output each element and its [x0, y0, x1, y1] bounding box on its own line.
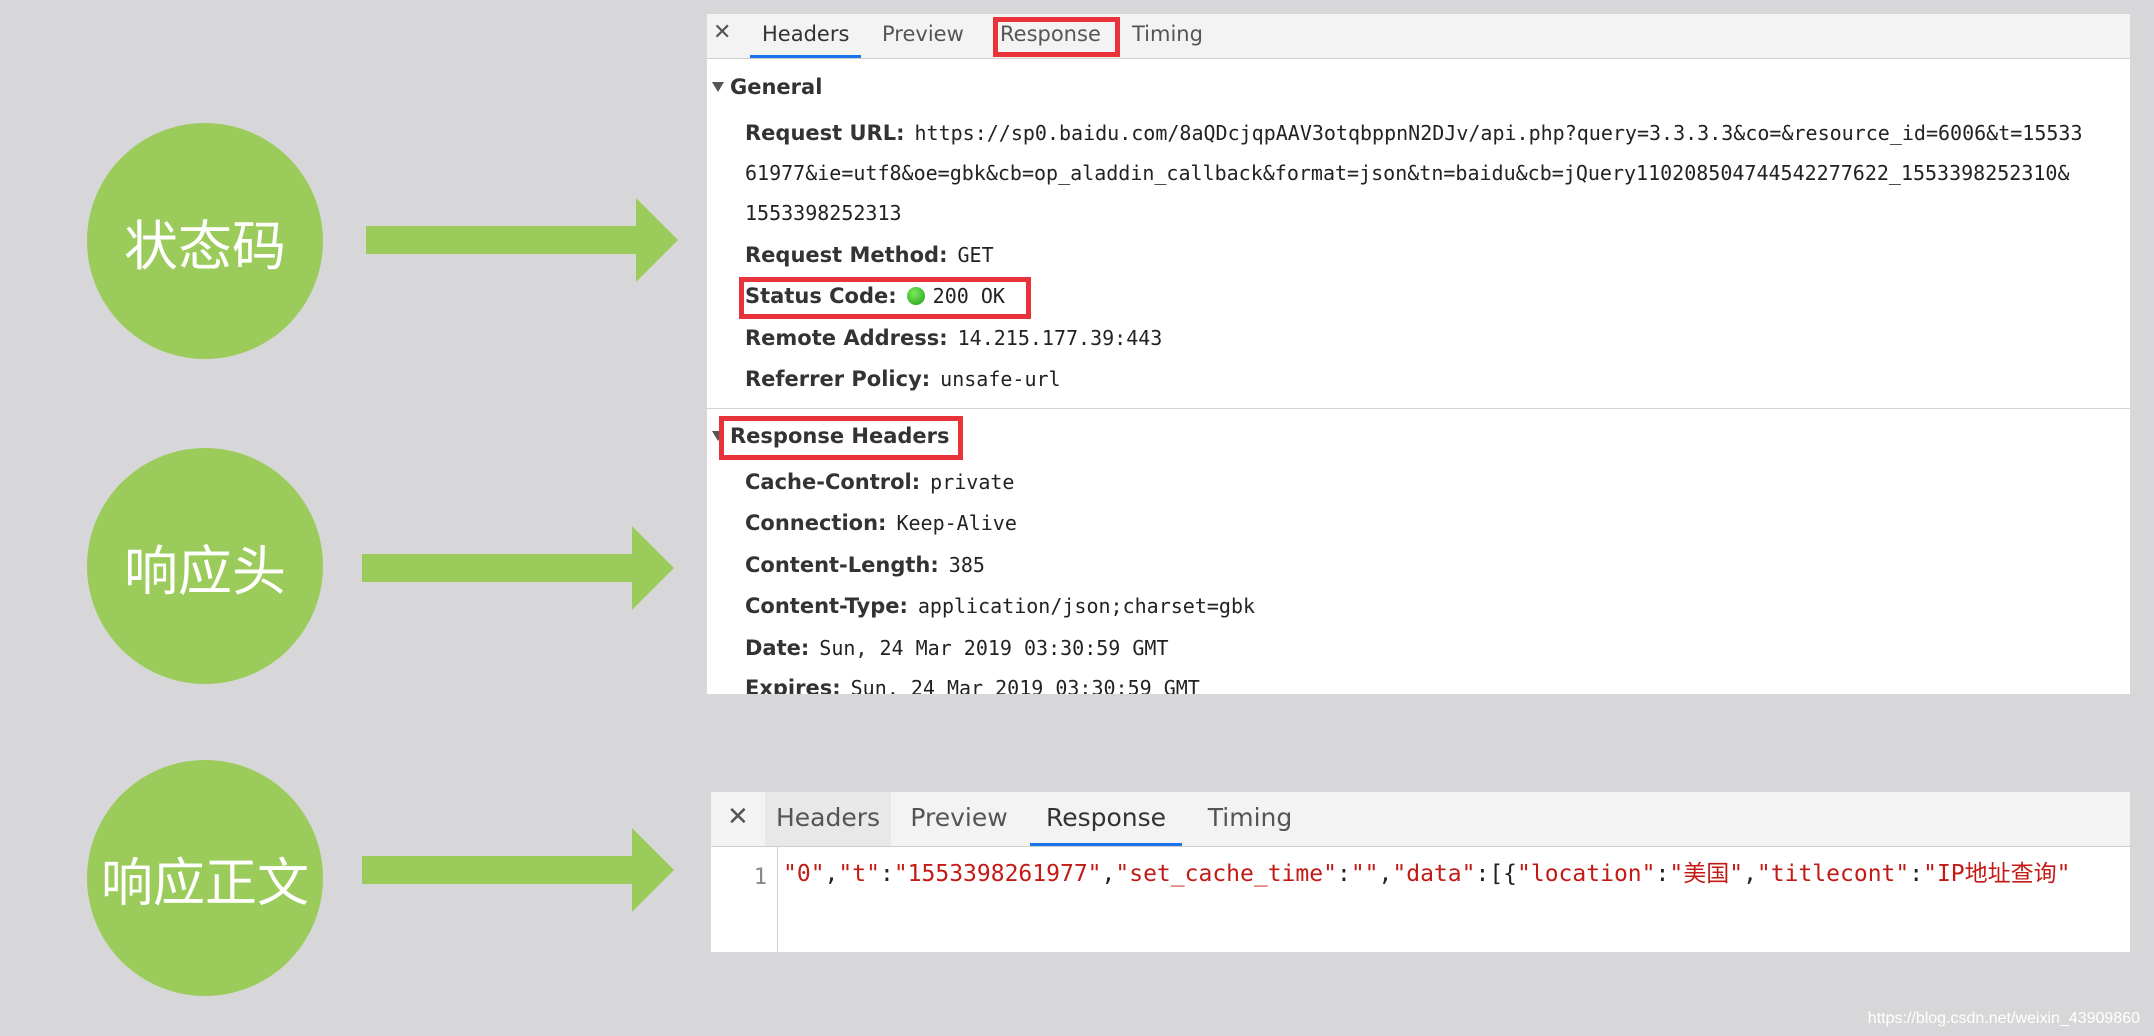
response-headers-label: 响应头	[124, 539, 286, 603]
status-code-label-circle: 状态码	[87, 123, 323, 359]
general-section-header[interactable]: General	[707, 72, 822, 102]
header-key: Expires:	[745, 676, 841, 694]
header-key: Connection:	[745, 511, 887, 535]
line-number-gutter: 1	[711, 847, 778, 952]
referrer-policy-row: Referrer Policy: unsafe-url	[745, 364, 1061, 394]
json-string-token: "1553398261977"	[893, 861, 1102, 887]
remote-address-row: Remote Address: 14.215.177.39:443	[745, 323, 1162, 353]
header-value: application/json;charset=gbk	[917, 594, 1256, 618]
request-url-value-line-1: https://sp0.baidu.com/8aQDcjqpAAV3otqbpp…	[914, 121, 2083, 145]
watermark: https://blog.csdn.net/weixin_43909860	[1867, 1010, 2140, 1027]
json-string-token: "set_cache_time"	[1115, 861, 1337, 887]
header-row: Expires: Sun, 24 Mar 2019 03:30:59 GMT	[745, 673, 1200, 694]
json-punctuation-token: ,	[1743, 861, 1757, 887]
tab-timing[interactable]: Timing	[1193, 792, 1307, 846]
request-url-value-line-3: 1553398252313	[745, 201, 902, 225]
status-code-highlight	[739, 277, 1031, 319]
response-headers-highlight	[719, 416, 963, 460]
response-body-label-circle: 响应正文	[87, 760, 323, 996]
remote-address-key: Remote Address:	[745, 326, 948, 350]
tab-bar: ✕ Headers Preview Response Timing	[711, 792, 2130, 847]
tab-bar: ✕ Headers Preview Response Timing	[707, 14, 2130, 59]
header-row: Date: Sun, 24 Mar 2019 03:30:59 GMT	[745, 633, 1169, 663]
json-punctuation-token: :	[879, 861, 894, 887]
json-punctuation-token: :[{	[1475, 861, 1518, 887]
header-row: Connection: Keep-Alive	[745, 508, 1017, 538]
status-code-label: 状态码	[124, 214, 286, 278]
json-string-token: "IP地址查询"	[1923, 861, 2071, 887]
right-arrow-icon	[366, 198, 678, 282]
close-icon[interactable]: ✕	[727, 802, 749, 832]
json-string-token: "0"	[783, 861, 825, 887]
response-body-label: 响应正文	[100, 853, 309, 914]
close-icon[interactable]: ✕	[713, 20, 731, 45]
json-punctuation-token: ,	[1101, 861, 1116, 887]
request-method-key: Request Method:	[745, 243, 948, 267]
triangle-down-icon	[712, 82, 724, 92]
remote-address-value: 14.215.177.39:443	[957, 326, 1163, 350]
request-method-value: GET	[957, 243, 994, 267]
json-punctuation-token: :	[1655, 861, 1670, 887]
header-value: private	[930, 470, 1015, 494]
header-value: Sun, 24 Mar 2019 03:30:59 GMT	[850, 676, 1200, 694]
referrer-policy-key: Referrer Policy:	[745, 367, 931, 391]
header-value: Sun, 24 Mar 2019 03:30:59 GMT	[819, 636, 1169, 660]
json-punctuation-token: ,	[1378, 861, 1393, 887]
request-url-row: Request URL: https://sp0.baidu.com/8aQDcj…	[745, 118, 2082, 148]
tab-headers[interactable]: Headers	[765, 792, 891, 846]
json-string-token: "titlecont"	[1756, 861, 1910, 887]
tab-timing[interactable]: Timing	[1132, 14, 1203, 58]
header-row: Cache-Control: private	[745, 467, 1014, 497]
response-tab-highlight	[993, 17, 1120, 57]
section-divider	[707, 408, 2130, 409]
right-arrow-icon	[362, 828, 674, 912]
right-arrow-icon	[362, 526, 674, 610]
general-title: General	[730, 75, 823, 99]
header-key: Date:	[745, 636, 810, 660]
header-key: Content-Type:	[745, 594, 908, 618]
header-value: 385	[948, 553, 985, 577]
tab-preview[interactable]: Preview	[882, 14, 964, 58]
request-url-value-line-2: 61977&ie=utf8&oe=gbk&cb=op_aladdin_callb…	[745, 161, 2070, 185]
header-key: Content-Length:	[745, 553, 939, 577]
request-url-key: Request URL:	[745, 121, 905, 145]
json-string-token: ""	[1350, 861, 1379, 887]
tab-headers[interactable]: Headers	[749, 14, 862, 58]
tab-preview[interactable]: Preview	[903, 792, 1015, 846]
devtools-response-panel: ✕ Headers Preview Response Timing 1 "0",…	[711, 792, 2130, 952]
json-string-token: "data"	[1392, 861, 1476, 887]
tab-response[interactable]: Response	[1030, 792, 1182, 846]
header-row: Content-Length: 385	[745, 550, 985, 580]
referrer-policy-value: unsafe-url	[940, 367, 1061, 391]
json-punctuation-token: :	[1909, 861, 1924, 887]
request-method-row: Request Method: GET	[745, 240, 994, 270]
json-string-token: "t"	[838, 861, 880, 887]
line-number: 1	[753, 865, 767, 890]
response-code-line[interactable]: "0","t":"1553398261977","set_cache_time"…	[783, 854, 2071, 888]
header-key: Cache-Control:	[745, 470, 921, 494]
response-headers-label-circle: 响应头	[87, 448, 323, 684]
header-row: Content-Type: application/json;charset=gb…	[745, 591, 1255, 621]
json-punctuation-token: ,	[824, 861, 839, 887]
json-string-token: "美国"	[1669, 861, 1744, 887]
devtools-headers-panel: ✕ Headers Preview Response Timing Genera…	[707, 14, 2130, 694]
json-punctuation-token: :	[1336, 861, 1351, 887]
json-string-token: "location"	[1517, 861, 1656, 887]
header-value: Keep-Alive	[896, 511, 1017, 535]
